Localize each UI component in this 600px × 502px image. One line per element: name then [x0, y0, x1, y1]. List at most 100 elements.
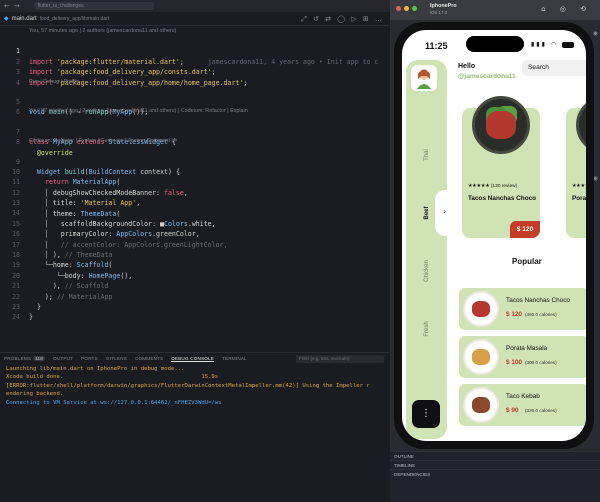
window-controls: [396, 6, 417, 11]
item-price: $ 100: [506, 359, 522, 366]
tab-problems[interactable]: PROBLEMS 118: [4, 356, 46, 361]
code-line: 5 void main() ⇒ runApp(MyApp());: [0, 87, 390, 116]
iphone-frame: 11:25 ▮▮▮ ◠ Thai › Beef Chicken Fresh ⋮ …: [394, 22, 594, 449]
editor-actions[interactable]: ⤢ ↺ ⇄ ◯ ▷ ⊞ …: [301, 15, 384, 24]
category-fresh[interactable]: Fresh: [406, 294, 447, 364]
sidebar-sections: OUTLINE TIMELINE DEPENDENCIES: [390, 451, 600, 502]
breadcrumb[interactable]: food_delivery_app/lib/main.dart: [40, 16, 110, 22]
code-line: 7 class MyApp extends StatelessWidget {: [0, 116, 390, 146]
back-arrow-icon[interactable]: ←: [4, 2, 10, 10]
code-line: 18 └─home: Scaffold(: [0, 240, 390, 269]
console-line: Xcode build done. 15.9s: [6, 374, 219, 381]
section-outline[interactable]: OUTLINE: [390, 451, 600, 460]
problems-count-badge: 118: [33, 356, 46, 361]
more-menu-button[interactable]: ⋮: [412, 400, 440, 428]
simulator-toolbar[interactable]: ⌂ ◎ ⟲: [541, 5, 592, 13]
debug-console[interactable]: Launching lib/main.dart on IphonePro in …: [0, 365, 390, 502]
code-line: 20 ), // Scaffold: [0, 260, 390, 290]
code-line: 16 │ // accentColor: AppColors.greenLigh…: [0, 219, 390, 248]
search-input[interactable]: Search: [522, 60, 586, 76]
code-editor: ← → flutter_ui_challenges ◆ main.dart fo…: [0, 0, 390, 502]
item-calories: (320.0 calories): [525, 408, 557, 413]
simulator-window: IphonePro iOS 17.0 ⌂ ◎ ⟲ ◉ ◉ 11:25 ▮▮▮ ◠: [390, 0, 600, 502]
code-line: 22 }: [0, 281, 390, 311]
code-line: 24: [0, 302, 390, 321]
code-line: 14 │ scaffoldBackgroundColor: ■Colors.wh…: [0, 198, 390, 227]
item-calories: (300.0 calories): [525, 360, 557, 365]
food-thumbnail: [463, 387, 499, 423]
section-dependencies[interactable]: DEPENDENCIES: [390, 469, 600, 478]
greeting: Hello: [458, 63, 476, 70]
class-codelens[interactable]: You, 57 minutes ago | 2 authors (jamesca…: [0, 107, 390, 116]
tab-main-dart[interactable]: main.dart: [12, 16, 37, 22]
popular-item[interactable]: Tacos Nanchas Choco $ 120 (460.0 calorie…: [459, 288, 586, 330]
code-line: 13 │ theme: ThemeData(: [0, 188, 390, 217]
food-thumbnail: [463, 339, 499, 375]
code-area[interactable]: You, 57 minutes ago | 2 authors (jamesca…: [0, 27, 390, 321]
app-root: ← → flutter_ui_challenges ◆ main.dart fo…: [0, 0, 600, 502]
console-line: Launching lib/main.dart on IphonePro in …: [6, 366, 185, 372]
simulator-title: IphonePro: [430, 3, 457, 9]
popular-heading: Popular: [512, 257, 542, 266]
editor-tab-bar: ◆ main.dart food_delivery_app/lib/main.d…: [0, 12, 390, 26]
section-timeline[interactable]: TIMELINE: [390, 460, 600, 469]
close-window-button[interactable]: [396, 6, 401, 11]
code-line: 10 return MaterialApp(: [0, 157, 390, 186]
line-number: 24: [12, 313, 20, 322]
item-price: $ 90: [506, 407, 519, 414]
card-title: Pora: [572, 195, 586, 202]
method-codelens[interactable]: Codeium: Refactor | Explain | Generate F…: [0, 137, 390, 146]
food-icon: [472, 301, 490, 317]
tab-comments[interactable]: COMMENTS: [135, 356, 163, 361]
console-line: endering backend.: [6, 391, 64, 398]
code-line: 15 │ primaryColor: AppColors.greenColor,: [0, 208, 390, 238]
food-icon: [472, 349, 490, 365]
avatar[interactable]: [411, 65, 437, 91]
code-line: 12 │ title: 'Material App',: [0, 177, 390, 207]
code-line: 9 Widget build(BuildContext context) {: [0, 146, 390, 176]
console-line: [ERROR:flutter/shell/platform/darwin/gra…: [6, 382, 370, 389]
code-line: 4: [0, 67, 390, 87]
signal-icon: ▮▮▮: [531, 41, 547, 48]
minimize-window-button[interactable]: [404, 6, 409, 11]
item-name: Porata Masala: [506, 345, 548, 352]
app-screen: 11:25 ▮▮▮ ◠ Thai › Beef Chicken Fresh ⋮ …: [402, 30, 586, 441]
featured-card[interactable]: ★★★★★ (120 review) Tacos Nanchas Choco $…: [462, 96, 540, 238]
code-line: 17 │ ), // ThemeData: [0, 229, 390, 259]
avatar-icon: [417, 69, 431, 89]
food-image: [472, 96, 530, 154]
simulator-subtitle: iOS 17.0: [430, 10, 448, 15]
username: @jamescardona11: [458, 73, 516, 80]
popular-item[interactable]: Taco Kebab $ 90 (320.0 calories): [459, 384, 586, 426]
featured-card[interactable]: ★★★★★ Pora: [566, 96, 586, 238]
code-line: 6: [0, 97, 390, 116]
tab-ports[interactable]: PORTS: [81, 356, 98, 361]
card-title: Tacos Nanchas Choco: [468, 195, 537, 202]
code-line: 11 │ debugShowCheckedModeBanner: false,: [0, 167, 390, 196]
run-debug-codelens[interactable]: Run | Debug | Profile: [0, 78, 390, 87]
tab-output[interactable]: OUTPUT: [53, 356, 73, 361]
category-sidebar: Thai › Beef Chicken Fresh ⋮: [406, 60, 451, 439]
card-rating: ★★★★★: [572, 184, 586, 189]
side-icon[interactable]: ◉: [593, 30, 598, 37]
food-image: [576, 96, 586, 154]
tab-debug-console[interactable]: DEBUG CONSOLE: [171, 356, 215, 362]
code-line: 3 import 'package:food_delivery_app/home…: [0, 57, 390, 86]
item-price: $ 120: [506, 311, 522, 318]
command-search-input[interactable]: flutter_ui_challenges: [33, 2, 154, 10]
card-price: $ 120: [510, 221, 540, 238]
tab-terminal[interactable]: TERMINAL: [222, 356, 247, 361]
forward-arrow-icon[interactable]: →: [14, 2, 20, 10]
title-bar: ← → flutter_ui_challenges: [0, 0, 390, 12]
code-line: 21 ); // MaterialApp: [0, 271, 390, 300]
console-filter-input[interactable]: Filter (e.g. text, !exclude): [296, 355, 384, 363]
item-calories: (460.0 calories): [525, 312, 557, 317]
blame-hint[interactable]: You, 57 minutes ago | 2 authors (jamesca…: [0, 27, 390, 36]
code-line: 19 └─body: HomePage(),: [0, 250, 390, 279]
zoom-window-button[interactable]: [412, 6, 417, 11]
panel-tab-bar: PROBLEMS 118 OUTPUT PORTS GITLENS COMMENT…: [0, 352, 390, 364]
dynamic-island: [466, 36, 524, 52]
status-time: 11:25: [425, 41, 448, 51]
popular-item[interactable]: Porata Masala $ 100 (300.0 calories): [459, 336, 586, 378]
tab-gitlens[interactable]: GITLENS: [106, 356, 127, 361]
